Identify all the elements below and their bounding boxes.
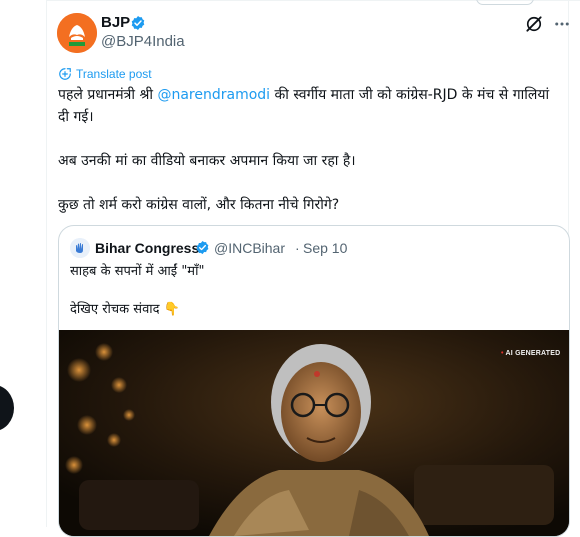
quoted-post-card[interactable]: Bihar Congress @INCBihar · Sep 10 साहब क…: [58, 225, 570, 537]
previous-post-card-edge: [476, 0, 534, 5]
quoted-line-2: देखिए रोचक संवाद 👇: [70, 300, 550, 320]
author-handle[interactable]: @BJP4India: [101, 32, 185, 52]
quoted-line-2-text: देखिए रोचक संवाद: [70, 302, 160, 317]
tweet-paragraph-2: अब उनकी मां का वीडियो बनाकर अपमान किया ज…: [58, 153, 356, 169]
more-options-icon[interactable]: [553, 14, 571, 34]
tweet-paragraph-1: पहले प्रधानमंत्री श्री @narendramodi की …: [58, 84, 558, 128]
quoted-post-date[interactable]: Sep 10: [303, 238, 347, 258]
pointing-down-emoji: 👇: [163, 302, 180, 317]
floating-action-button[interactable]: [0, 385, 14, 431]
translate-icon: [59, 68, 71, 80]
verified-badge-icon: [131, 16, 145, 30]
grok-icon[interactable]: [524, 14, 544, 34]
translate-post-link[interactable]: Translate post: [58, 66, 152, 82]
tweet-text-part: पहले प्रधानमंत्री श्री: [58, 87, 158, 103]
quoted-author-handle[interactable]: @INCBihar: [214, 238, 285, 258]
quoted-author-name[interactable]: Bihar Congress: [95, 238, 199, 258]
tweet-paragraph-3: कुछ तो शर्म करो कांग्रेस वालों, और कितना…: [58, 197, 340, 213]
ai-badge-text: AI GENERATED: [505, 350, 561, 357]
quoted-author-avatar[interactable]: [70, 238, 90, 258]
quoted-separator: ·: [295, 240, 300, 256]
author-avatar[interactable]: [57, 13, 97, 53]
verified-badge-icon: [196, 240, 209, 255]
congress-hand-logo: [70, 238, 90, 258]
quoted-video-thumbnail[interactable]: • AI GENERATED: [59, 330, 569, 536]
quoted-post-text: साहब के सपनों में आईं "माँ" देखिए रोचक स…: [70, 262, 550, 320]
timeline-left-border: [46, 0, 47, 527]
author-name[interactable]: BJP: [101, 13, 130, 33]
tweet-text: पहले प्रधानमंत्री श्री @narendramodi की …: [58, 84, 558, 216]
bjp-logo: [57, 13, 97, 53]
translate-post-label: Translate post: [76, 67, 152, 81]
ai-generated-badge: • AI GENERATED: [501, 350, 560, 357]
elderly-woman-portrait: [59, 330, 569, 536]
previous-post-edge: [0, 0, 580, 6]
ai-badge-dot: •: [501, 350, 504, 357]
quoted-line-1: साहब के सपनों में आईं "माँ": [70, 264, 205, 279]
mention-link[interactable]: @narendramodi: [157, 87, 270, 103]
